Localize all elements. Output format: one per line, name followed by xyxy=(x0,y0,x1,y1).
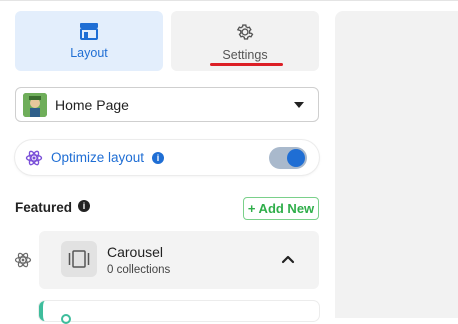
chevron-down-icon xyxy=(294,102,304,108)
atom-icon xyxy=(25,150,43,165)
tab-settings[interactable]: Settings xyxy=(171,11,319,71)
carousel-icon xyxy=(61,241,97,277)
optimize-layout-toggle[interactable] xyxy=(269,147,307,169)
page-select-value: Home Page xyxy=(55,96,129,113)
add-new-button[interactable]: + Add New xyxy=(243,197,319,220)
gear-icon xyxy=(236,24,254,40)
toggle-knob xyxy=(287,149,305,167)
chevron-up-icon[interactable] xyxy=(281,252,295,266)
section-status-icon xyxy=(61,314,71,324)
store-icon xyxy=(80,23,98,40)
section-subtitle: 0 collections xyxy=(107,264,171,276)
section-title: Carousel xyxy=(107,244,164,260)
featured-heading: Featured xyxy=(15,200,73,215)
optimize-layout-label: Optimize layout xyxy=(51,150,145,165)
featured-info-icon[interactable]: i xyxy=(78,200,90,212)
tab-layout-label: Layout xyxy=(70,46,108,60)
atom-icon xyxy=(14,252,32,268)
tab-settings-label: Settings xyxy=(222,48,268,62)
page-select[interactable]: Home Page xyxy=(15,87,319,122)
tab-layout[interactable]: Layout xyxy=(15,11,163,71)
preview-panel xyxy=(335,11,458,318)
info-icon[interactable]: i xyxy=(152,151,165,164)
page-avatar xyxy=(23,92,47,117)
top-divider xyxy=(0,0,458,1)
settings-underline xyxy=(210,63,283,66)
optimize-layout-row: Optimize layout i xyxy=(15,140,319,175)
section-card-next[interactable] xyxy=(39,301,319,324)
section-card-carousel[interactable]: Carousel 0 collections xyxy=(39,231,319,289)
